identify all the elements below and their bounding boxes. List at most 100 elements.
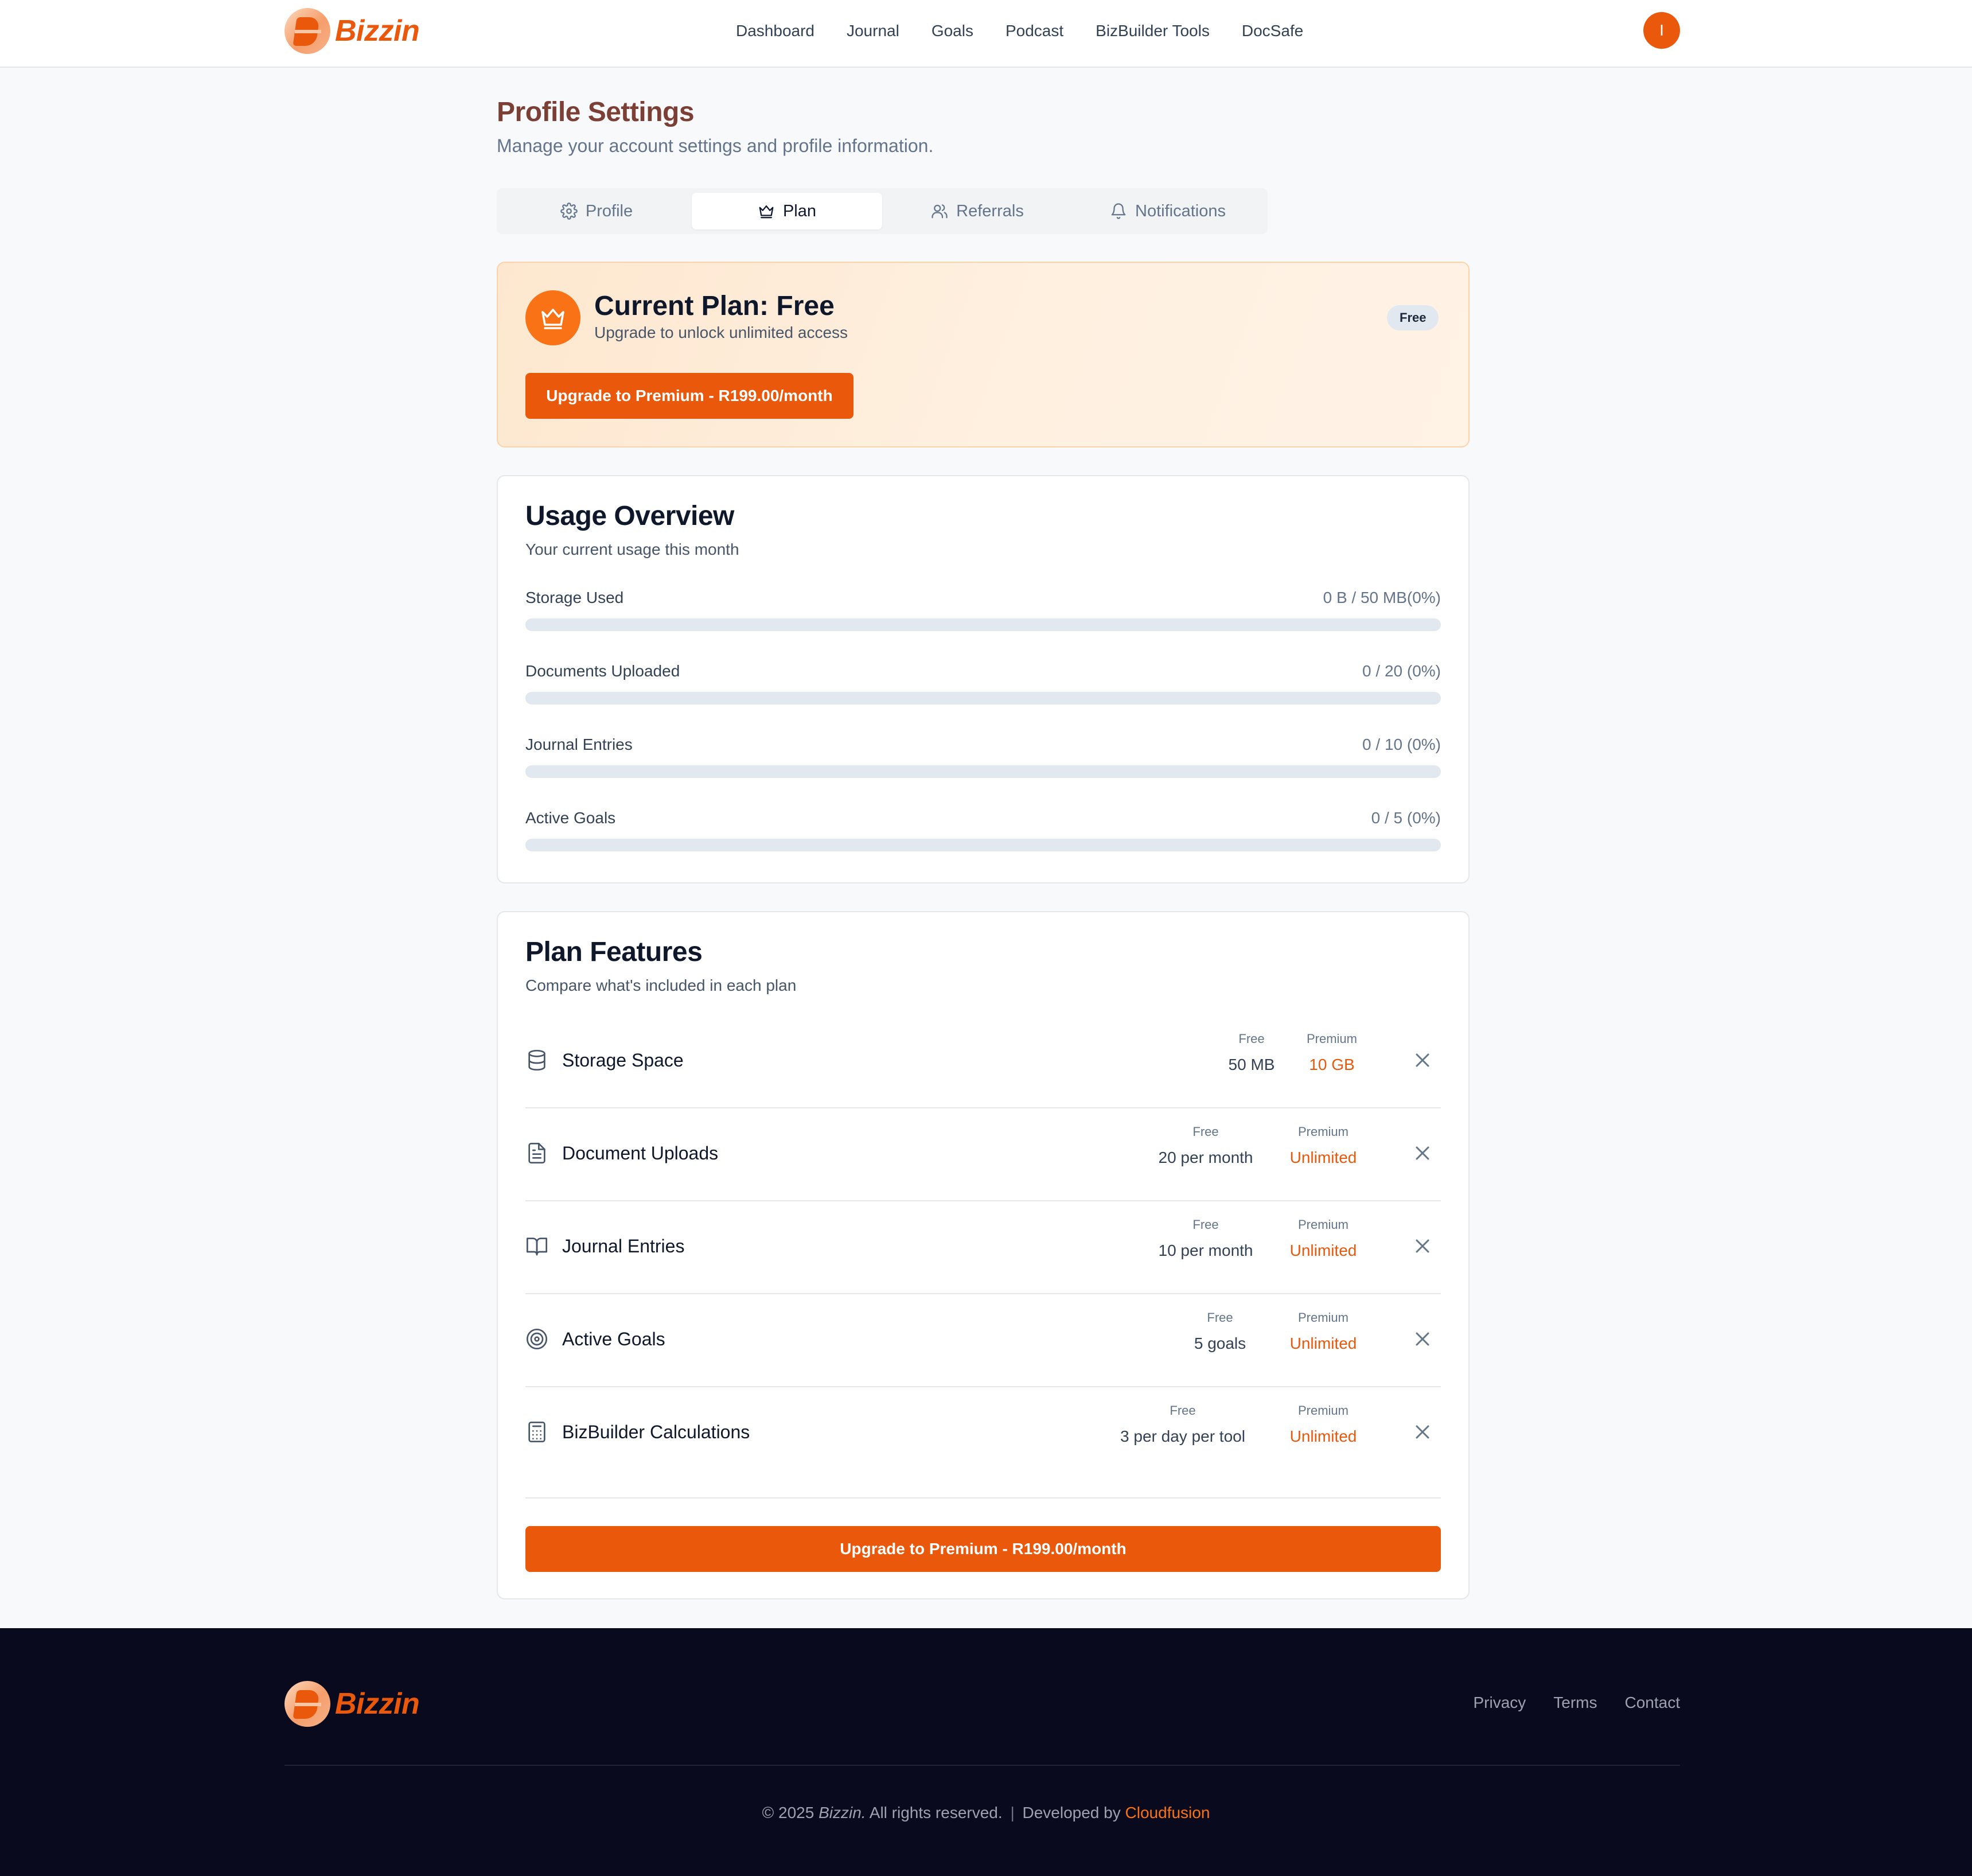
nav-docsafe[interactable]: DocSafe: [1242, 22, 1303, 40]
gear-icon: [560, 203, 578, 220]
main-nav: Dashboard Journal Goals Podcast BizBuild…: [736, 0, 1303, 62]
feature-premium-col: Premium Unlimited: [1280, 1124, 1366, 1167]
users-icon: [932, 204, 948, 219]
document-icon: [525, 1142, 548, 1165]
footer-link-terms[interactable]: Terms: [1553, 1694, 1597, 1712]
premium-value: Unlimited: [1289, 1427, 1357, 1445]
feature-name: BizBuilder Calculations: [562, 1422, 750, 1442]
free-header: Free: [1207, 1310, 1233, 1325]
free-value: 50 MB: [1228, 1056, 1275, 1073]
premium-value: Unlimited: [1289, 1334, 1357, 1352]
feature-premium-col: Premium Unlimited: [1280, 1217, 1366, 1260]
crown-icon: [759, 205, 774, 219]
free-value: 10 per month: [1158, 1241, 1253, 1259]
feature-name: Journal Entries: [562, 1236, 685, 1256]
premium-value: Unlimited: [1289, 1149, 1357, 1166]
nav-bizbuilder-tools[interactable]: BizBuilder Tools: [1096, 22, 1210, 40]
tab-label: Notifications: [1135, 201, 1226, 220]
current-plan-title: Current Plan: Free: [594, 291, 835, 321]
usage-label: Journal Entries: [525, 735, 633, 753]
target-icon: [525, 1328, 548, 1350]
feature-row-documents: Document Uploads Free 20 per month Premi…: [525, 1108, 1441, 1201]
plan-status-badge: Free: [1387, 305, 1439, 330]
header-logo[interactable]: Bizzin: [285, 8, 420, 54]
free-value: 5 goals: [1194, 1334, 1246, 1352]
feature-premium-col: Premium 10 GB: [1297, 1032, 1366, 1074]
close-icon: [1416, 1053, 1429, 1067]
usage-progress-bar: [525, 692, 1441, 705]
divider: [525, 1497, 1441, 1499]
close-icon: [1416, 1146, 1429, 1160]
nav-goals[interactable]: Goals: [932, 22, 973, 40]
plan-crown-badge: [525, 290, 580, 345]
tab-notifications[interactable]: Notifications: [1073, 193, 1263, 229]
nav-podcast[interactable]: Podcast: [1006, 22, 1063, 40]
usage-overview-card: Usage Overview Your current usage this m…: [497, 475, 1470, 883]
close-icon: [1416, 1425, 1429, 1439]
features-subtitle: Compare what's included in each plan: [525, 976, 797, 994]
usage-progress-bar: [525, 618, 1441, 631]
copyright-prefix: © 2025: [762, 1804, 814, 1821]
feature-row-storage: Storage Space Free 50 MB Premium 10 GB: [525, 1015, 1441, 1108]
bell-icon: [1111, 203, 1126, 219]
feature-free-col: Free 20 per month: [1148, 1124, 1263, 1167]
feature-name: Active Goals: [562, 1329, 665, 1349]
user-avatar[interactable]: I: [1643, 12, 1680, 49]
copyright-rest: All rights reserved.: [869, 1804, 1003, 1821]
feature-free-col: Free 10 per month: [1148, 1217, 1263, 1260]
divider: [285, 1765, 1680, 1766]
footer-link-privacy[interactable]: Privacy: [1473, 1694, 1526, 1712]
book-icon: [525, 1235, 548, 1258]
free-value: 3 per day per tool: [1120, 1427, 1245, 1445]
feature-row-calculations: BizBuilder Calculations Free 3 per day p…: [525, 1387, 1441, 1480]
nav-dashboard[interactable]: Dashboard: [736, 22, 814, 40]
page-subtitle: Manage your account settings and profile…: [497, 135, 934, 156]
settings-tabs: Profile Plan Referrals Notifications: [497, 188, 1268, 234]
top-navbar: Bizzin Dashboard Journal Goals Podcast B…: [0, 0, 1972, 68]
copyright-separator: |: [1010, 1804, 1015, 1821]
usage-row-journal: Journal Entries 0 / 10 (0%): [525, 735, 1441, 781]
premium-header: Premium: [1297, 1403, 1349, 1418]
premium-value: 10 GB: [1309, 1056, 1355, 1073]
upgrade-button[interactable]: Upgrade to Premium - R199.00/month: [525, 373, 854, 419]
feature-free-col: Free 5 goals: [1177, 1310, 1263, 1353]
tab-referrals[interactable]: Referrals: [882, 193, 1073, 229]
premium-header: Premium: [1297, 1310, 1349, 1325]
upgrade-button-bottom[interactable]: Upgrade to Premium - R199.00/month: [525, 1526, 1441, 1572]
tab-label: Referrals: [956, 201, 1024, 220]
usage-label: Documents Uploaded: [525, 662, 680, 680]
developer-link[interactable]: Cloudfusion: [1125, 1804, 1210, 1821]
premium-header: Premium: [1297, 1217, 1349, 1232]
usage-progress-bar: [525, 765, 1441, 778]
site-footer: Bizzin Privacy Terms Contact © 2025 Bizz…: [0, 1628, 1972, 1876]
usage-value: 0 / 5 (0%): [1371, 809, 1441, 827]
database-icon: [525, 1049, 548, 1072]
nav-journal[interactable]: Journal: [847, 22, 899, 40]
usage-label: Active Goals: [525, 809, 616, 827]
feature-free-col: Free 50 MB: [1223, 1032, 1280, 1074]
footer-logo[interactable]: Bizzin: [285, 1681, 420, 1727]
feature-row-journal: Journal Entries Free 10 per month Premiu…: [525, 1201, 1441, 1294]
free-header: Free: [1238, 1032, 1265, 1046]
usage-row-documents: Documents Uploaded 0 / 20 (0%): [525, 662, 1441, 708]
close-icon: [1416, 1239, 1429, 1253]
logo-mark-icon: [285, 1681, 330, 1727]
page-root: Bizzin Dashboard Journal Goals Podcast B…: [0, 0, 1972, 1876]
free-value: 20 per month: [1158, 1149, 1253, 1166]
tab-plan[interactable]: Plan: [692, 193, 882, 229]
tab-profile[interactable]: Profile: [501, 193, 692, 229]
usage-progress-bar: [525, 839, 1441, 851]
feature-premium-col: Premium Unlimited: [1280, 1403, 1366, 1446]
free-header: Free: [1170, 1403, 1196, 1418]
copyright-text: © 2025 Bizzin. All rights reserved. | De…: [0, 1804, 1972, 1822]
free-header: Free: [1192, 1124, 1219, 1139]
footer-link-contact[interactable]: Contact: [1625, 1694, 1681, 1712]
usage-label: Storage Used: [525, 589, 624, 606]
features-title: Plan Features: [525, 937, 703, 967]
feature-free-col: Free 3 per day per tool: [1102, 1403, 1263, 1446]
page-title: Profile Settings: [497, 97, 695, 127]
feature-row-goals: Active Goals Free 5 goals Premium Unlimi…: [525, 1294, 1441, 1387]
premium-value: Unlimited: [1289, 1241, 1357, 1259]
crown-icon: [541, 309, 564, 329]
premium-header: Premium: [1306, 1032, 1357, 1046]
